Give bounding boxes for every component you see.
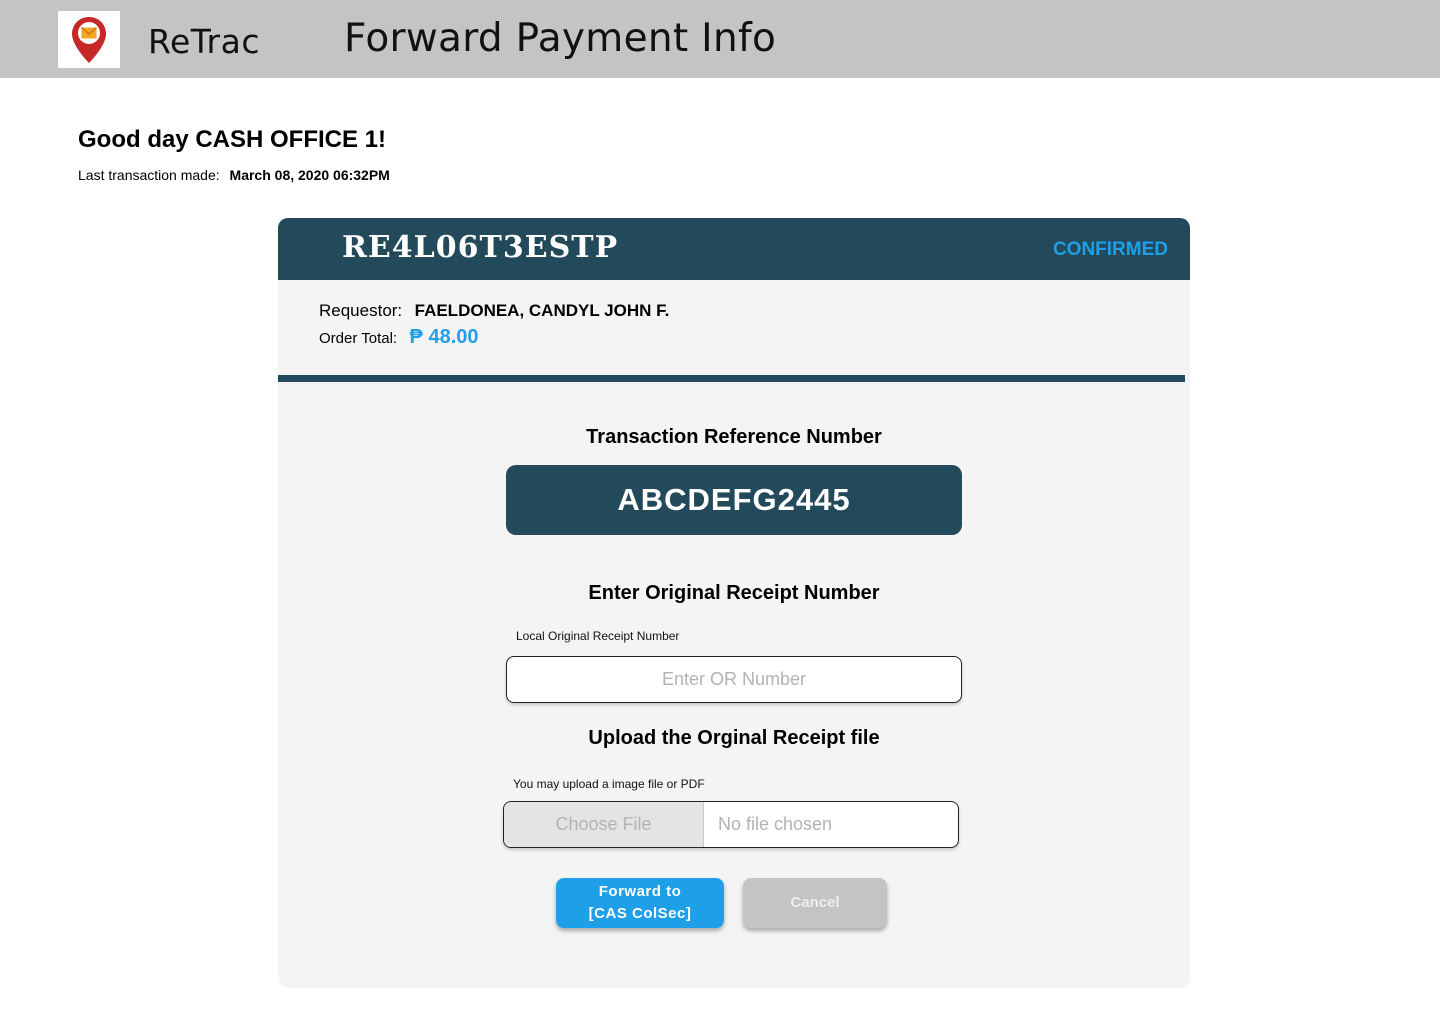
cancel-button[interactable]: Cancel (743, 878, 887, 928)
request-code: RE4L06T3ESTP (342, 230, 619, 265)
order-total-row: Order Total: ₱ 48.00 (319, 326, 479, 349)
upload-hint: You may upload a image file or PDF (513, 777, 705, 791)
greeting-heading: Good day CASH OFFICE 1! (78, 126, 387, 153)
payment-card: RE4L06T3ESTP CONFIRMED Requestor: FAELDO… (278, 218, 1190, 988)
map-pin-envelope-icon (72, 17, 106, 63)
last-transaction-value: March 08, 2020 06:32PM (229, 167, 390, 183)
requestor-label: Requestor: (319, 301, 403, 320)
order-total-label: Order Total: (319, 330, 398, 347)
forward-button[interactable]: Forward to [CAS ColSec] (556, 878, 724, 928)
choose-file-button[interactable]: Choose File (504, 802, 704, 847)
requestor-value: FAELDONEA, CANDYL JOHN F. (414, 301, 670, 320)
transaction-ref-title: Transaction Reference Number (586, 426, 882, 448)
or-section-title: Enter Original Receipt Number (588, 582, 880, 604)
section-divider (278, 375, 1185, 382)
status-badge: CONFIRMED (1052, 239, 1168, 260)
app-logo[interactable] (58, 11, 120, 68)
card-header: RE4L06T3ESTP CONFIRMED (278, 218, 1190, 280)
top-bar: ReTrac Forward Payment Info (0, 0, 1440, 78)
last-transaction-label: Last transaction made: (78, 167, 220, 183)
file-upload-field[interactable]: Choose File No file chosen (503, 801, 959, 848)
upload-section-title: Upload the Orginal Receipt file (588, 727, 880, 749)
last-transaction: Last transaction made: March 08, 2020 06… (78, 167, 390, 183)
forward-button-line1: Forward to (598, 883, 682, 900)
app-name: ReTrac (148, 22, 260, 61)
page-title: Forward Payment Info (344, 16, 777, 61)
transaction-ref-value: ABCDEFG2445 (506, 465, 962, 535)
file-status-text: No file chosen (718, 814, 833, 834)
or-field-label: Local Original Receipt Number (516, 629, 680, 643)
requestor-row: Requestor: FAELDONEA, CANDYL JOHN F. (319, 301, 669, 321)
forward-button-line2: [CAS ColSec] (588, 905, 692, 922)
order-total-value: ₱ 48.00 (409, 326, 479, 348)
or-number-input[interactable] (506, 656, 962, 703)
